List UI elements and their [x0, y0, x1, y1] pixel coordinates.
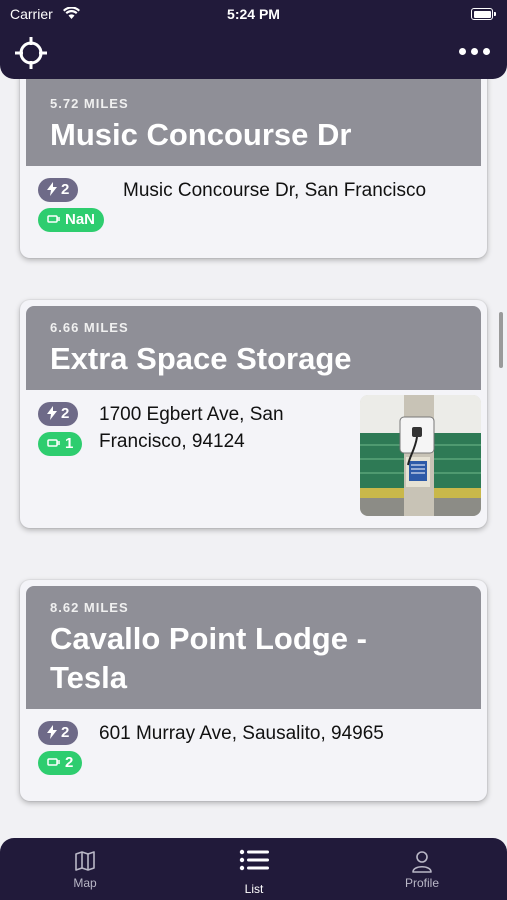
- bolt-icon: [47, 405, 57, 420]
- tab-profile-label: Profile: [404, 876, 439, 890]
- station-distance: 5.72 MILES: [50, 96, 129, 111]
- station-address: 1700 Egbert Ave, San Francisco, 94124: [99, 404, 284, 452]
- free-count: 1: [65, 435, 74, 452]
- tab-bar: Map List Profile: [0, 838, 507, 900]
- free-count: 2: [65, 754, 74, 771]
- card-body: 2 2 601 Murray Ave, Sausalito, 94965: [20, 709, 487, 801]
- bolt-icon: [47, 724, 57, 739]
- station-photo[interactable]: [360, 395, 481, 516]
- card-header: 6.66 MILES Extra Space Storage: [26, 306, 481, 390]
- ports-badge: 2: [38, 721, 79, 745]
- status-bar: Carrier 5:24 PM: [0, 0, 507, 28]
- ports-badge: 2: [38, 178, 79, 202]
- tab-list[interactable]: List: [194, 838, 314, 900]
- station-address: 601 Murray Ave, Sausalito, 94965: [99, 723, 384, 744]
- station-name: Extra Space Storage: [50, 341, 352, 376]
- tab-map-label: Map: [73, 876, 97, 890]
- station-name: Music Concourse Dr: [50, 117, 352, 152]
- battery-icon: [471, 8, 496, 20]
- map-icon: [75, 851, 95, 871]
- person-icon: [412, 851, 432, 873]
- plug-icon: [47, 438, 60, 447]
- ports-badge: 2: [38, 402, 79, 426]
- card-body: 2 1 1700 Egbert Ave, San Francisco, 9412…: [20, 390, 487, 528]
- station-distance: 8.62 MILES: [50, 600, 129, 615]
- ports-count: 2: [61, 181, 70, 198]
- station-card[interactable]: 6.66 MILES Extra Space Storage 2 1 1700 …: [20, 300, 487, 528]
- locate-button[interactable]: [14, 36, 48, 70]
- plug-icon: [47, 214, 60, 223]
- scroll-indicator[interactable]: [499, 312, 503, 368]
- station-list[interactable]: 5.72 MILES Music Concourse Dr 2 NaN Musi…: [0, 0, 507, 840]
- ports-count: 2: [61, 724, 70, 741]
- free-count: NaN: [65, 211, 96, 228]
- list-icon: [239, 849, 269, 871]
- tab-list-label: List: [244, 882, 264, 896]
- plug-icon: [47, 757, 60, 766]
- tab-map[interactable]: Map: [25, 838, 145, 900]
- header-bar: Carrier 5:24 PM: [0, 0, 507, 79]
- ports-count: 2: [61, 405, 70, 422]
- crosshair-icon: [15, 37, 47, 69]
- free-badge: NaN: [38, 208, 105, 232]
- bolt-icon: [47, 181, 57, 196]
- free-badge: 2: [38, 751, 83, 775]
- station-card[interactable]: 8.62 MILES Cavallo Point Lodge - Tesla 2…: [20, 580, 487, 801]
- more-options-button[interactable]: [459, 42, 493, 62]
- clock: 5:24 PM: [227, 6, 280, 22]
- station-address: Music Concourse Dr, San Francisco: [123, 180, 427, 201]
- card-body: 2 NaN Music Concourse Dr, San Francisco: [20, 166, 487, 258]
- card-header: 8.62 MILES Cavallo Point Lodge - Tesla: [26, 586, 481, 709]
- station-name: Cavallo Point Lodge - Tesla: [50, 621, 367, 695]
- station-distance: 6.66 MILES: [50, 320, 129, 335]
- free-badge: 1: [38, 432, 83, 456]
- tab-profile[interactable]: Profile: [362, 838, 482, 900]
